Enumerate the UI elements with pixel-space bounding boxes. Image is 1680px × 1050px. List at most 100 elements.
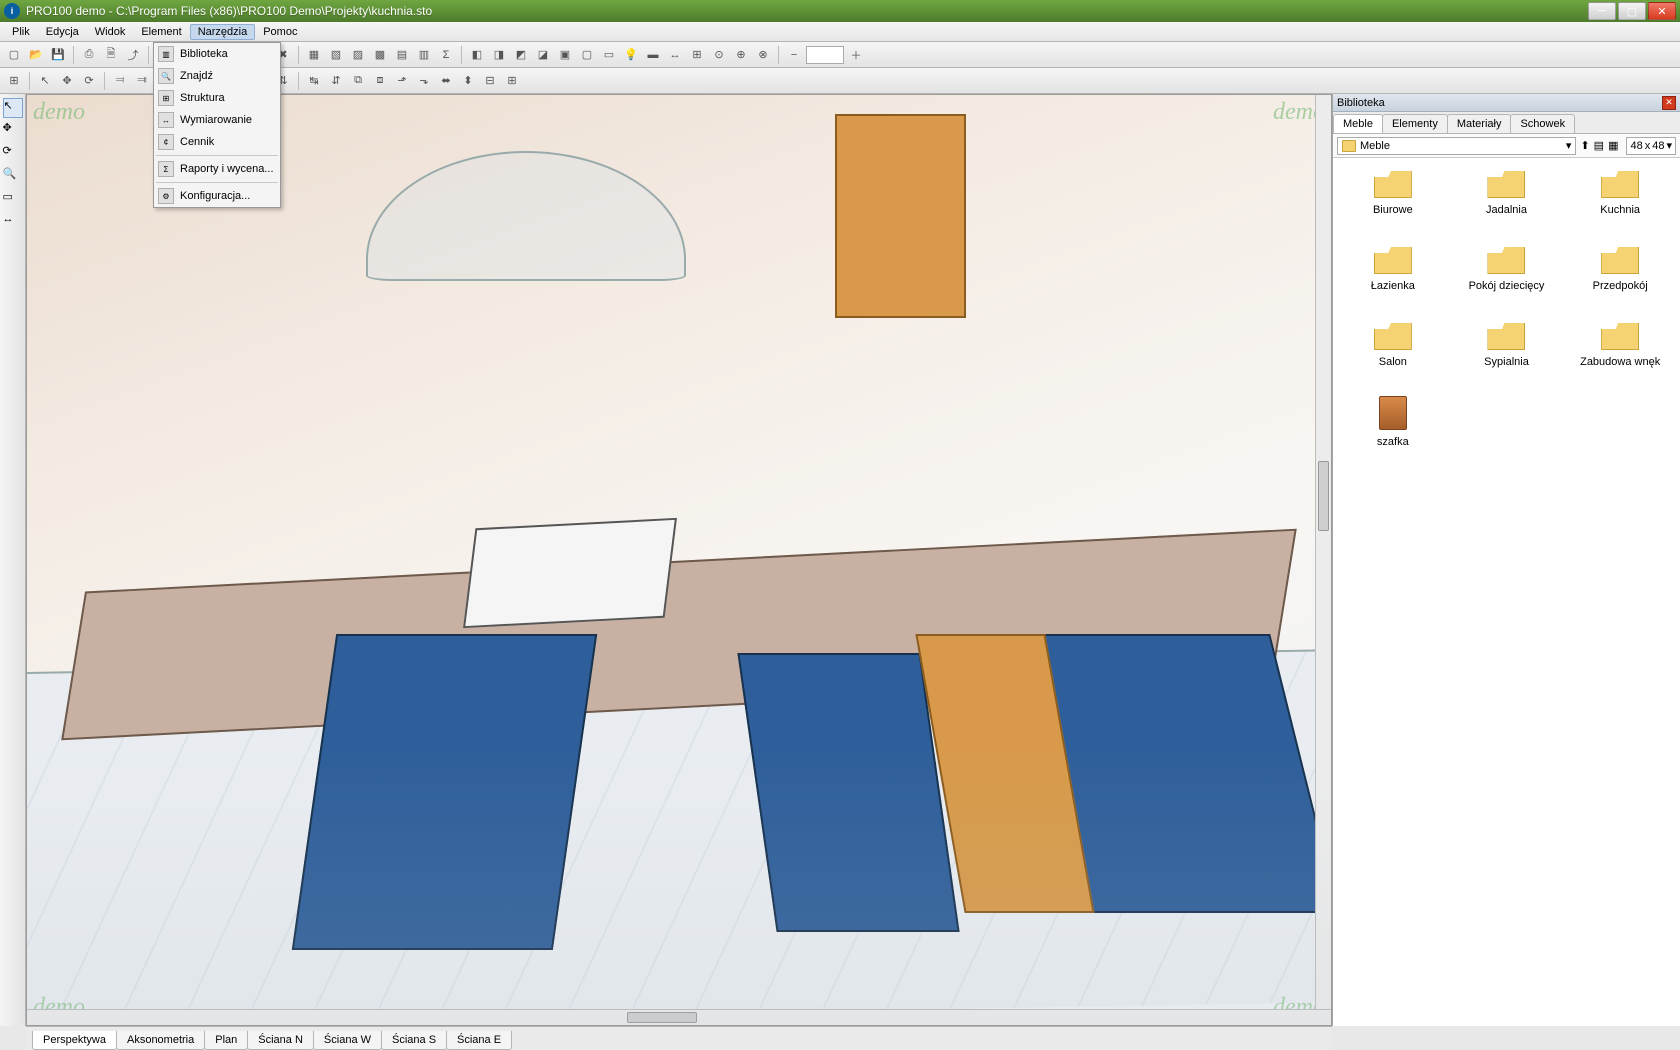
library-tab-meble[interactable]: Meble [1333,114,1383,133]
orbit-icon[interactable]: ⟳ [3,144,23,164]
move-icon[interactable]: ✥ [57,71,77,91]
maximize-button[interactable]: ▢ [1618,2,1646,20]
dist-v-icon[interactable]: ⇵ [326,71,346,91]
view-tab-sciana-s[interactable]: Ściana S [381,1031,447,1050]
sum-icon[interactable]: Σ [436,45,456,65]
open-icon[interactable]: 📂 [26,45,46,65]
print-icon[interactable]: ⎙ [79,45,99,65]
zoom-out-icon[interactable]: − [784,45,804,65]
dd-biblioteka[interactable]: ▥Biblioteka [154,43,280,65]
library-item[interactable]: Kuchnia [1566,168,1674,216]
globe2-icon[interactable]: ⊗ [753,45,773,65]
grid-icon[interactable]: ⊞ [687,45,707,65]
view-tab-plan[interactable]: Plan [204,1031,248,1050]
view-mode6-icon[interactable]: ▥ [414,45,434,65]
library-item[interactable]: Salon [1339,320,1447,368]
library-tab-elementy[interactable]: Elementy [1382,114,1448,133]
tool-h-icon[interactable]: ▬ [643,45,663,65]
view-mode4-icon[interactable]: ▩ [370,45,390,65]
front-icon[interactable]: ⬏ [392,71,412,91]
view-tab-perspektywa[interactable]: Perspektywa [32,1031,117,1050]
cursor-icon[interactable]: ↖ [3,98,23,118]
library-item[interactable]: Jadalnia [1453,168,1561,216]
view-tab-sciana-n[interactable]: Ściana N [247,1031,314,1050]
magnet-icon[interactable]: ⊙ [709,45,729,65]
snap-grid-icon[interactable]: ⊞ [4,71,24,91]
ungroup-icon[interactable]: ⧈ [370,71,390,91]
library-item[interactable]: Przedpokój [1566,244,1674,292]
view-tab-sciana-e[interactable]: Ściana E [446,1031,512,1050]
save-icon[interactable]: 💾 [48,45,68,65]
rotate-icon[interactable]: ⟳ [79,71,99,91]
library-view2-icon[interactable]: ▦ [1608,139,1618,152]
more4-icon[interactable]: ⊞ [502,71,522,91]
dd-raporty[interactable]: ΣRaporty i wycena... [154,158,280,180]
library-thumb-size[interactable]: 48 x 48 ▾ [1626,137,1676,155]
globe-icon[interactable]: ⊕ [731,45,751,65]
menu-plik[interactable]: Plik [4,24,38,40]
library-path-dropdown[interactable]: Meble ▾ [1337,137,1576,155]
view-tab-sciana-w[interactable]: Ściana W [313,1031,382,1050]
dim-icon[interactable]: ↔ [665,45,685,65]
zoom-input[interactable] [806,46,844,64]
zoom-icon[interactable]: 🔍 [3,167,23,187]
more2-icon[interactable]: ⬍ [458,71,478,91]
dd-znajdz[interactable]: 🔍Znajdź [154,65,280,87]
tool-e-icon[interactable]: ▣ [555,45,575,65]
menu-narzedzia[interactable]: Narzędzia [190,24,256,40]
menu-element[interactable]: Element [133,24,189,40]
library-item[interactable]: szafka [1339,396,1447,448]
library-view1-icon[interactable]: ▤ [1594,139,1604,152]
view-mode2-icon[interactable]: ▧ [326,45,346,65]
library-up-icon[interactable]: ⬆ [1580,139,1589,152]
zoom-in-icon[interactable]: ＋ [846,45,866,65]
align-l-icon[interactable]: ⫤ [110,71,130,91]
view-mode5-icon[interactable]: ▤ [392,45,412,65]
library-close-icon[interactable]: ✕ [1662,96,1676,110]
view-mode-icon[interactable]: ▦ [304,45,324,65]
scrollbar-thumb[interactable] [627,1012,697,1023]
dd-konfiguracja[interactable]: ⚙Konfiguracja... [154,185,280,207]
export-icon[interactable]: ⤴ [123,45,143,65]
dd-struktura[interactable]: ⊞Struktura [154,87,280,109]
view-tab-aksonometria[interactable]: Aksonometria [116,1031,205,1050]
tool-f-icon[interactable]: ▢ [577,45,597,65]
select-icon[interactable]: ↖ [35,71,55,91]
minimize-button[interactable]: ─ [1588,2,1616,20]
more1-icon[interactable]: ⬌ [436,71,456,91]
pan-icon[interactable]: ✥ [3,121,23,141]
back-icon[interactable]: ⬎ [414,71,434,91]
library-item[interactable]: Biurowe [1339,168,1447,216]
light-icon[interactable]: 💡 [621,45,641,65]
library-item[interactable]: Łazienka [1339,244,1447,292]
print-preview-icon[interactable]: 🗎 [101,45,121,65]
align-c-icon[interactable]: ⫥ [132,71,152,91]
tool-c-icon[interactable]: ◩ [511,45,531,65]
more3-icon[interactable]: ⊟ [480,71,500,91]
dd-wymiarowanie[interactable]: ↔Wymiarowanie [154,109,280,131]
menu-pomoc[interactable]: Pomoc [255,24,305,40]
menu-edycja[interactable]: Edycja [38,24,87,40]
viewport-scrollbar-vertical[interactable] [1315,95,1331,1009]
library-item[interactable]: Zabudowa wnęk [1566,320,1674,368]
tool-b-icon[interactable]: ◨ [489,45,509,65]
dd-cennik[interactable]: ¢Cennik [154,131,280,153]
viewport-scrollbar-horizontal[interactable] [27,1009,1331,1025]
menu-widok[interactable]: Widok [87,24,134,40]
new-icon[interactable]: ▢ [4,45,24,65]
scrollbar-thumb[interactable] [1318,461,1329,531]
library-item[interactable]: Pokój dziecięcy [1453,244,1561,292]
dist-h-icon[interactable]: ↹ [304,71,324,91]
library-tab-materialy[interactable]: Materiały [1447,114,1512,133]
measure-icon[interactable]: ↔ [3,213,23,233]
tool-d-icon[interactable]: ◪ [533,45,553,65]
close-button[interactable]: ✕ [1648,2,1676,20]
wall-icon[interactable]: ▭ [3,190,23,210]
group-icon[interactable]: ⧉ [348,71,368,91]
viewport-3d[interactable]: demo demo demo demo [26,94,1332,1026]
tool-g-icon[interactable]: ▭ [599,45,619,65]
view-mode3-icon[interactable]: ▨ [348,45,368,65]
tool-a-icon[interactable]: ◧ [467,45,487,65]
library-tab-schowek[interactable]: Schowek [1510,114,1575,133]
library-item[interactable]: Sypialnia [1453,320,1561,368]
